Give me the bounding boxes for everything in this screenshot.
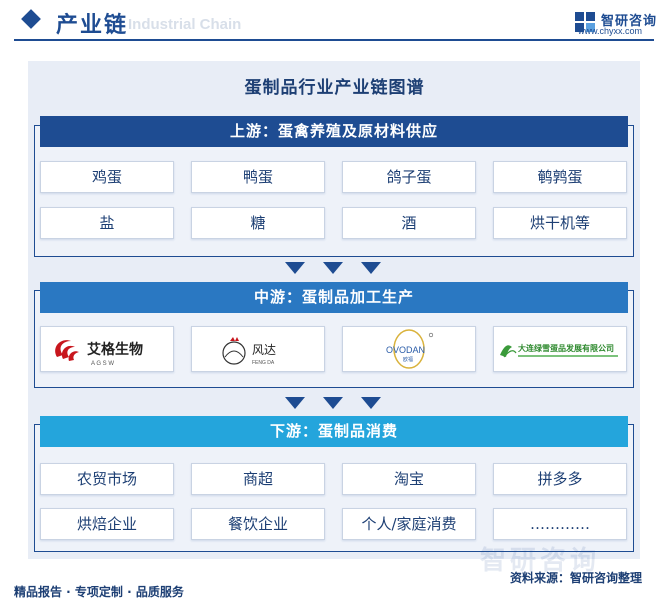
- ovodan-logo-icon: OVODAN 欧福: [386, 329, 434, 369]
- downstream-item: 烘焙企业: [40, 508, 174, 540]
- upstream-item: 鸽子蛋: [342, 161, 476, 193]
- fengda-logo-icon: 风达 FENG DA: [222, 337, 276, 366]
- down-arrow-icon: [285, 397, 305, 409]
- agsw-name: 艾格生物: [87, 341, 143, 358]
- fengda-sub: FENG DA: [252, 360, 275, 366]
- down-arrow-icon: [285, 262, 305, 274]
- lvxue-name: 大连绿雪蛋品发展有限公司: [518, 343, 614, 353]
- company-logo-lvxue: 大连绿雪蛋品发展有限公司: [493, 326, 627, 372]
- upstream-item: 烘干机等: [493, 207, 627, 239]
- upstream-item: 盐: [40, 207, 174, 239]
- page-header: 产业链 Industrial Chain 智研咨询 www.chyxx.com: [0, 0, 669, 44]
- lvxue-logo-icon: 大连绿雪蛋品发展有限公司: [500, 343, 618, 358]
- brand-logo: 智研咨询 www.chyxx.com: [574, 9, 664, 39]
- down-arrow-icon: [323, 262, 343, 274]
- downstream-item: …………: [493, 508, 627, 540]
- upstream-item: 糖: [191, 207, 325, 239]
- midstream-heading: 中游：蛋制品加工生产: [40, 282, 628, 313]
- ovodan-sub: 欧福: [403, 356, 413, 363]
- upstream-heading: 上游：蛋禽养殖及原材料供应: [40, 116, 628, 147]
- upstream-item: 鸭蛋: [191, 161, 325, 193]
- company-logo-ovodan: OVODAN 欧福: [342, 326, 476, 372]
- downstream-item: 个人/家庭消费: [342, 508, 476, 540]
- upstream-item: 鸡蛋: [40, 161, 174, 193]
- agsw-logo-icon: 艾格生物 A G S W: [55, 340, 143, 367]
- upstream-item: 酒: [342, 207, 476, 239]
- page-title: 产业链: [56, 13, 129, 38]
- page-subtitle: Industrial Chain: [128, 16, 242, 33]
- agsw-sub: A G S W: [91, 361, 114, 367]
- downstream-item: 餐饮企业: [191, 508, 325, 540]
- down-arrow-icon: [361, 397, 381, 409]
- fengda-name: 风达: [252, 343, 276, 357]
- downstream-item: 商超: [191, 463, 325, 495]
- company-logo-agsw: 艾格生物 A G S W: [40, 326, 174, 372]
- footer-tagline: 精品报告 · 专项定制 · 品质服务: [14, 585, 184, 599]
- brand-url: www.chyxx.com: [578, 26, 643, 36]
- downstream-heading: 下游：蛋制品消费: [40, 416, 628, 447]
- downstream-item: 农贸市场: [40, 463, 174, 495]
- ovodan-name: OVODAN: [386, 345, 425, 355]
- header-divider: [14, 39, 654, 41]
- downstream-item: 淘宝: [342, 463, 476, 495]
- company-logo-fengda: 风达 FENG DA: [191, 326, 325, 372]
- upstream-item: 鹌鹑蛋: [493, 161, 627, 193]
- down-arrow-icon: [323, 397, 343, 409]
- diagram-title: 蛋制品行业产业链图谱: [244, 78, 425, 98]
- diamond-icon: [21, 9, 41, 29]
- down-arrow-icon: [361, 262, 381, 274]
- downstream-item: 拼多多: [493, 463, 627, 495]
- source-note: 资料来源：智研咨询整理: [510, 571, 643, 585]
